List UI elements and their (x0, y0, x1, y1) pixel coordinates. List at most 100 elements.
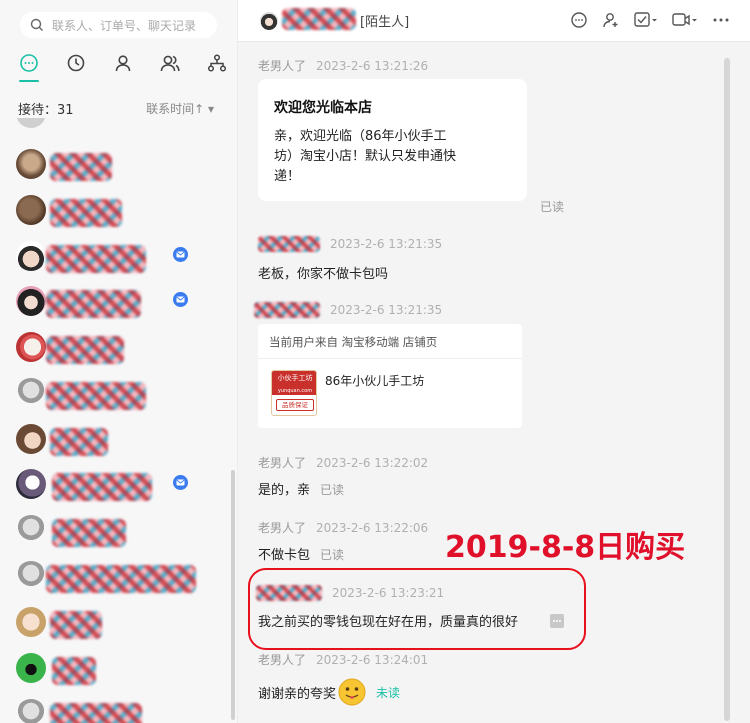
clock-icon (67, 54, 85, 72)
add-contact-icon[interactable] (602, 11, 620, 29)
message-meta: 2023-2-6 13:21:35 (254, 302, 442, 318)
shop-logo: 小伙手工坊 yunquan.com 品质保证 (271, 370, 317, 416)
mail-icon (176, 296, 185, 303)
avatar (16, 653, 46, 683)
video-call-icon[interactable] (672, 11, 698, 29)
org-chart-icon (207, 54, 227, 72)
message-text: 是的，亲 (258, 483, 311, 498)
stranger-tag: [陌生人] (360, 15, 410, 30)
sort-by-time-dropdown[interactable]: 联系时间↑ ▾ (146, 100, 214, 117)
contact-sidebar: 联系人、订单号、聊天记录 接待：31 联系时间↑ ▾ (0, 0, 238, 723)
contact-item[interactable] (0, 599, 232, 645)
contact-name-redacted (50, 611, 102, 639)
contact-name-redacted (46, 290, 141, 318)
contact-item[interactable] (0, 416, 232, 462)
sender-name: 老男人了 (258, 653, 307, 667)
contact-item[interactable] (0, 645, 232, 691)
chat-contact-name-redacted (282, 8, 356, 30)
contact-item[interactable] (0, 187, 232, 233)
sender-name: 老男人了 (258, 59, 307, 73)
timestamp: 2023-2-6 13:22:06 (316, 521, 429, 535)
contact-name-redacted (50, 153, 112, 181)
sidebar-scrollbar[interactable] (231, 470, 235, 720)
reception-count: 接待：31 (18, 103, 74, 118)
message-badge (173, 475, 188, 490)
read-status: 已读 (320, 483, 345, 497)
contact-name-redacted (50, 703, 142, 723)
tab-chats[interactable] (18, 52, 40, 74)
tongue-emoji-icon (338, 678, 366, 706)
avatar (16, 515, 46, 545)
contact-name-redacted (46, 565, 196, 593)
shop-logo-text: 小伙手工坊 yunquan.com (272, 371, 316, 395)
message-row: 是的，亲 已读 (258, 479, 344, 498)
search-icon (30, 18, 43, 31)
logo-sub: yunquan.com (277, 388, 313, 394)
shop-card[interactable]: 当前用户来自 淘宝移动端 店铺页 小伙手工坊 yunquan.com 品质保证 8… (258, 324, 522, 428)
card-source-text: 当前用户来自 淘宝移动端 店铺页 (269, 335, 438, 349)
avatar (16, 149, 46, 179)
contact-name-redacted (52, 657, 96, 685)
contact-item[interactable] (0, 141, 232, 187)
welcome-text-line: 坊）淘宝小店！默认只发申通快 (274, 149, 457, 164)
message-meta: 老男人了 2023-2-6 13:22:02 (258, 454, 428, 471)
timestamp: 2023-2-6 13:24:01 (316, 653, 429, 667)
contact-item[interactable] (0, 461, 232, 507)
more-options-icon[interactable] (712, 11, 730, 29)
welcome-text: 亲，欢迎光临（86年小伙手工 坊）淘宝小店！默认只发申通快 递！ (274, 127, 456, 187)
timestamp: 2023-2-6 13:22:02 (316, 456, 429, 470)
quick-reply-icon[interactable] (570, 11, 588, 29)
welcome-text-line: 亲，欢迎光临（86年小伙手工 (274, 129, 447, 144)
message-text: 不做卡包 (258, 548, 311, 563)
chat-app: 联系人、订单号、聊天记录 接待：31 联系时间↑ ▾ [陌生人] 老男人了 20… (0, 0, 750, 723)
avatar (16, 118, 46, 128)
avatar (16, 561, 46, 591)
shop-name: 86年小伙儿手工坊 (325, 374, 425, 388)
contact-item[interactable] (0, 118, 232, 136)
avatar (16, 607, 46, 637)
tab-groups[interactable] (159, 52, 181, 74)
quality-badge: 品质保证 (276, 399, 314, 411)
read-status: 已读 (540, 200, 565, 214)
mail-icon (176, 251, 185, 258)
sender-name: 老男人了 (258, 521, 307, 535)
avatar (16, 424, 46, 454)
contact-item[interactable] (0, 507, 232, 553)
active-tab-indicator (19, 80, 39, 82)
contact-list (0, 118, 232, 723)
chat-avatar[interactable] (260, 12, 278, 30)
message-row: 不做卡包 已读 (258, 544, 344, 563)
welcome-title: 欢迎您光临本店 (274, 100, 372, 116)
header-toolbar (570, 11, 730, 29)
contact-item[interactable] (0, 370, 232, 416)
contact-item[interactable] (0, 691, 232, 723)
chat-bubble-icon (20, 54, 38, 72)
tab-history[interactable] (65, 52, 87, 74)
timestamp: 2023-2-6 13:21:35 (330, 236, 443, 251)
avatar (16, 195, 46, 225)
tab-contacts[interactable] (112, 52, 134, 74)
contact-item[interactable] (0, 553, 232, 599)
contact-name-redacted (50, 199, 122, 227)
task-check-icon[interactable] (634, 11, 658, 29)
message-meta: 老男人了 2023-2-6 13:22:06 (258, 519, 428, 536)
timestamp: 2023-2-6 13:21:26 (316, 59, 429, 73)
message-meta: 2023-2-6 13:21:35 (258, 236, 442, 252)
contact-item[interactable] (0, 324, 232, 370)
message-row: 谢谢亲的夸奖 未读 (258, 678, 400, 706)
search-box[interactable]: 联系人、订单号、聊天记录 (20, 12, 217, 38)
chat-scrollbar[interactable] (724, 58, 730, 721)
avatar (16, 378, 46, 408)
search-input[interactable]: 联系人、订单号、聊天记录 (52, 17, 196, 34)
contact-name-redacted (50, 428, 108, 456)
timestamp: 2023-2-6 13:21:35 (330, 302, 443, 317)
tab-organization[interactable] (206, 52, 228, 74)
contact-item[interactable] (0, 233, 232, 279)
chat-header: [陌生人] (238, 0, 750, 42)
avatar (16, 699, 46, 723)
contact-name-redacted (52, 519, 126, 547)
message-text: 老板，你家不做卡包吗 (258, 267, 389, 282)
contact-item[interactable] (0, 278, 232, 324)
message-badge (173, 247, 188, 262)
welcome-message-bubble: 欢迎您光临本店 亲，欢迎光临（86年小伙手工 坊）淘宝小店！默认只发申通快 递！ (258, 79, 527, 201)
